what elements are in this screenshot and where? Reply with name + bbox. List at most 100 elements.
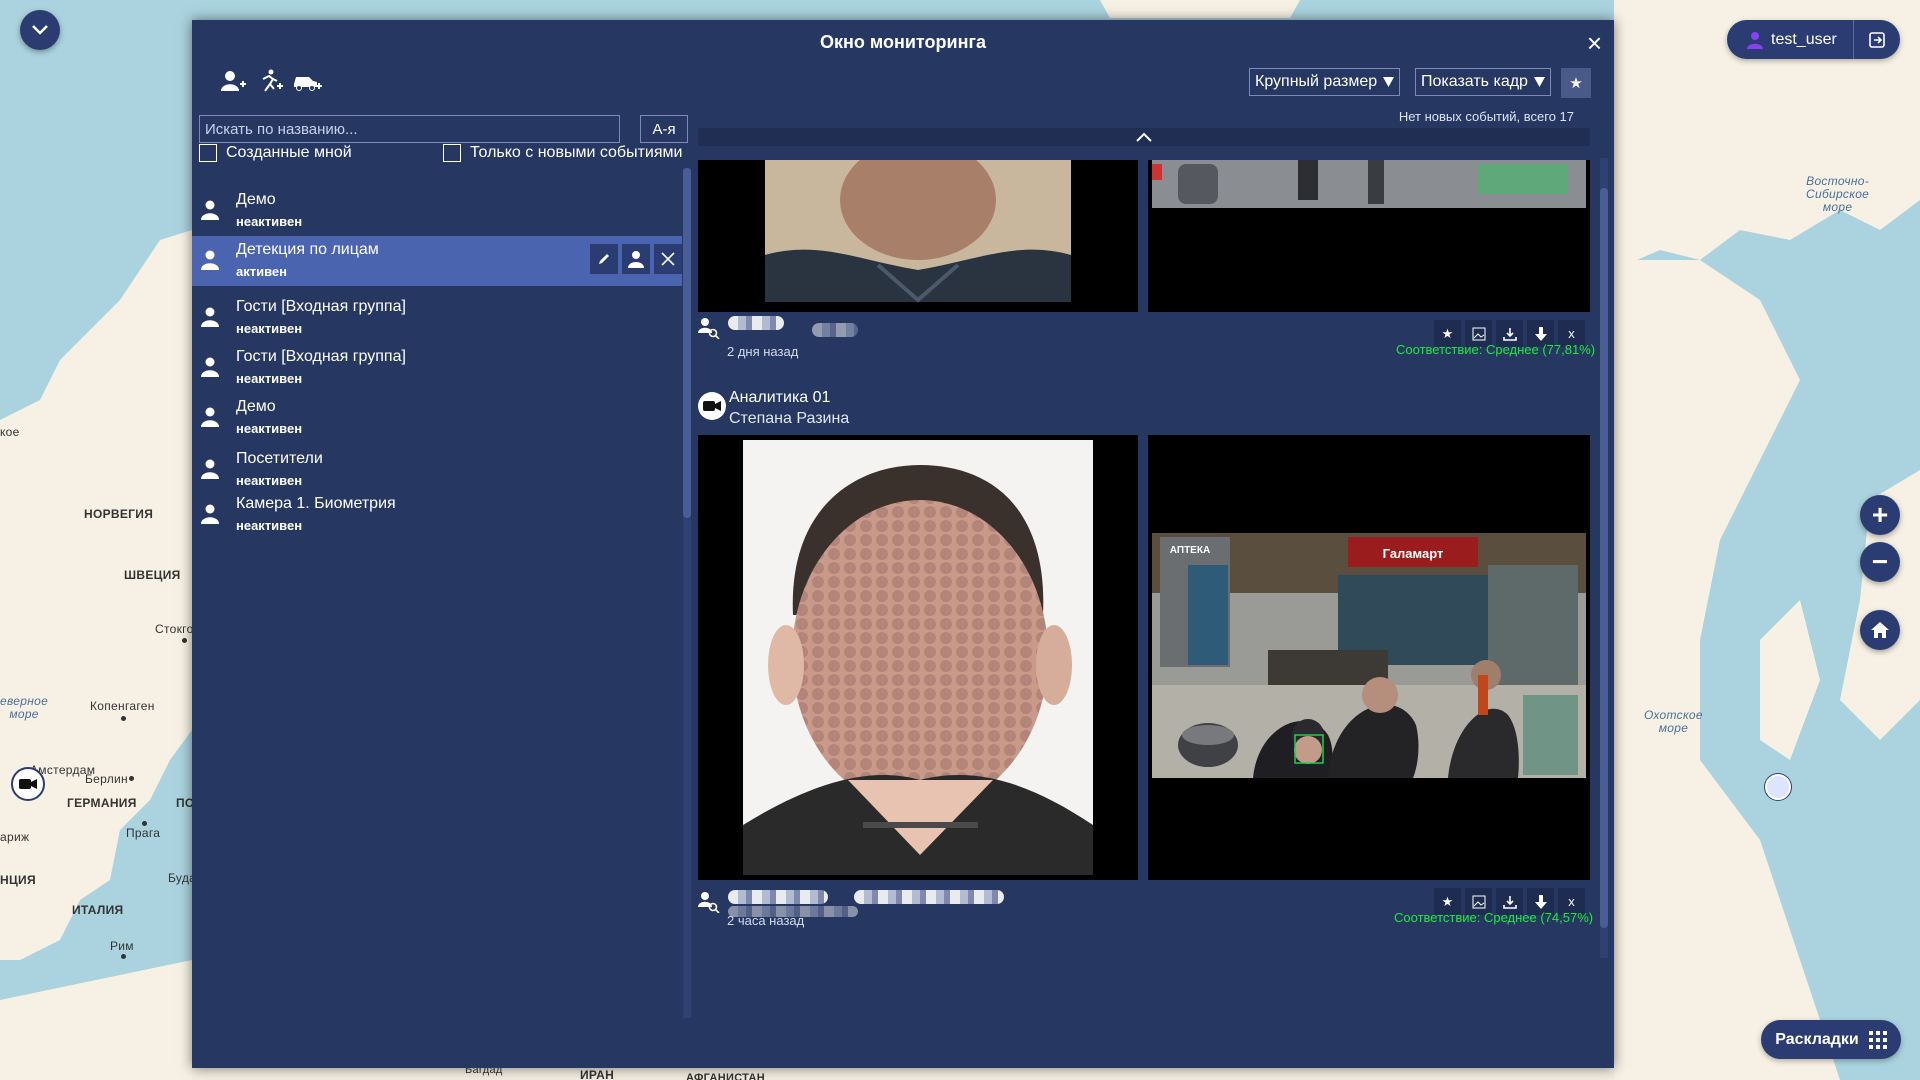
watchlist-status: неактивен <box>236 321 303 336</box>
watchlist-status: неактивен <box>236 518 303 533</box>
download-tray-icon <box>1502 895 1517 909</box>
watchlist-status: активен <box>236 264 287 279</box>
map-label-copenhagen: Копенгаген <box>90 699 155 713</box>
watchlist-item[interactable]: Камера 1. Биометрия неактивен <box>192 490 682 540</box>
star-icon: ★ <box>1441 325 1454 341</box>
favorites-button[interactable]: ★ <box>1561 68 1591 98</box>
camera-badge <box>698 392 726 420</box>
watchlist-scrollbar[interactable] <box>683 168 691 1018</box>
checkbox-box[interactable] <box>199 144 217 162</box>
watchlist-name: Демо <box>236 398 276 415</box>
add-person-watchlist-button[interactable] <box>217 65 249 97</box>
logout-button[interactable] <box>1853 20 1900 59</box>
watchlist-name: Детекция по лицам <box>236 241 379 258</box>
map-label-north-sea: еверное море <box>0 694 49 721</box>
created-by-me-checkbox[interactable]: Созданные мной <box>199 144 352 162</box>
map-camera-marker-small[interactable] <box>1765 774 1791 800</box>
map-label-prague: Прага <box>126 826 161 840</box>
event-2-reference-photo[interactable] <box>698 435 1138 880</box>
map-label-france: НЦИЯ <box>0 873 36 887</box>
person-icon <box>201 407 219 427</box>
star-icon: ★ <box>1569 75 1583 92</box>
user-name-area[interactable]: test_user <box>1727 20 1853 59</box>
watchlist-item[interactable]: Демо неактивен <box>192 186 682 236</box>
watchlist-status: неактивен <box>236 214 303 229</box>
city-dot <box>121 954 126 959</box>
watchlist-item[interactable]: Демо неактивен <box>192 393 682 443</box>
blurred-name <box>728 890 828 904</box>
scrollbar-thumb[interactable] <box>683 168 691 518</box>
watchlist-persons-button[interactable] <box>622 244 650 274</box>
watchlist-item[interactable]: Посетители неактивен <box>192 445 682 495</box>
watchlist-name: Посетители <box>236 450 323 467</box>
events-scrollbar[interactable] <box>1600 158 1608 958</box>
home-icon <box>1871 622 1889 638</box>
home-button[interactable] <box>1860 610 1900 650</box>
close-icon: x <box>1568 326 1575 341</box>
frame-dropdown-value: Показать кадр <box>1421 73 1528 90</box>
star-icon: ★ <box>1441 893 1454 909</box>
person-icon <box>201 459 219 479</box>
size-dropdown[interactable]: Крупный размер <box>1249 68 1401 96</box>
person-search-icon[interactable] <box>698 317 720 344</box>
zoom-out-button[interactable]: − <box>1860 542 1900 582</box>
delete-watchlist-button[interactable] <box>654 244 682 274</box>
map-label-berlin: Берлин <box>85 772 128 786</box>
user-menu[interactable]: test_user <box>1727 20 1900 59</box>
minus-icon: − <box>1871 546 1889 577</box>
add-behavior-watchlist-button[interactable] <box>254 65 286 97</box>
search-input[interactable] <box>199 115 620 143</box>
new-events-only-checkbox[interactable]: Только с новыми событиями <box>443 144 682 162</box>
map-label-sweden: ШВЕЦИЯ <box>124 568 181 582</box>
map-label-rome: Рим <box>110 939 134 953</box>
monitoring-window: Окно мониторинга × А-я Созданные мной То… <box>192 20 1614 1068</box>
map-label-stockholm: Стокго <box>155 622 194 636</box>
city-dot <box>182 638 187 643</box>
checkbox-box[interactable] <box>443 144 461 162</box>
pencil-icon <box>599 254 609 264</box>
menu-toggle-button[interactable] <box>20 10 60 50</box>
person-search-icon[interactable] <box>698 891 720 918</box>
event-camera-name: Аналитика 01 <box>729 389 831 406</box>
collapse-bar[interactable] <box>698 128 1590 146</box>
add-person-icon <box>221 71 246 91</box>
scrollbar-thumb[interactable] <box>1600 188 1608 928</box>
watchlist-item[interactable]: Гости [Входная группа] неактивен <box>192 293 682 343</box>
frame-dropdown[interactable]: Показать кадр <box>1415 68 1551 96</box>
scene-frame <box>1148 160 1590 312</box>
layouts-button[interactable]: Раскладки <box>1761 1020 1901 1059</box>
layouts-label: Раскладки <box>1775 1030 1859 1048</box>
add-vehicle-watchlist-button[interactable] <box>292 65 324 97</box>
event-1-reference-photo[interactable] <box>698 160 1138 312</box>
event-2-camera-frame[interactable]: Галамарт АПТЕКА <box>1148 435 1590 880</box>
map-label-germany: ГЕРМАНИЯ <box>67 796 137 810</box>
event-camera-location: Степана Разина <box>729 410 850 427</box>
triangle-down-icon <box>1533 77 1545 87</box>
person-icon <box>201 307 219 327</box>
event-time-ago: 2 часа назад <box>727 913 805 928</box>
map-label-paris: ариж <box>0 830 30 844</box>
match-score: Соответствие: Среднее (74,57%) <box>1394 910 1594 925</box>
watchlist-item[interactable]: Гости [Входная группа] неактивен <box>192 343 682 393</box>
logout-icon <box>1869 31 1885 48</box>
watchlist-status: неактивен <box>236 371 303 386</box>
map-label-afghanistan: АФГАНИСТАН <box>686 1072 765 1080</box>
city-dot <box>129 776 134 781</box>
watchlist-item-active[interactable]: Детекция по лицам активен <box>192 236 682 286</box>
event-1-camera-frame[interactable] <box>1148 160 1590 312</box>
zoom-in-button[interactable]: + <box>1860 495 1900 535</box>
window-title: Окно мониторинга <box>820 32 986 52</box>
camera-icon <box>19 779 37 789</box>
arrow-down-icon <box>1534 894 1547 909</box>
face-photo <box>698 160 1138 312</box>
triangle-down-icon <box>1383 77 1395 87</box>
close-window-button[interactable]: × <box>1587 30 1602 56</box>
map-camera-marker[interactable] <box>11 767 45 801</box>
sort-button[interactable]: А-я <box>640 115 688 143</box>
user-icon <box>1747 31 1763 49</box>
edit-watchlist-button[interactable] <box>590 244 618 274</box>
person-icon <box>201 200 219 220</box>
close-icon <box>661 252 675 266</box>
running-person-icon <box>262 69 283 92</box>
checkbox-label: Только с новыми событиями <box>470 144 683 161</box>
